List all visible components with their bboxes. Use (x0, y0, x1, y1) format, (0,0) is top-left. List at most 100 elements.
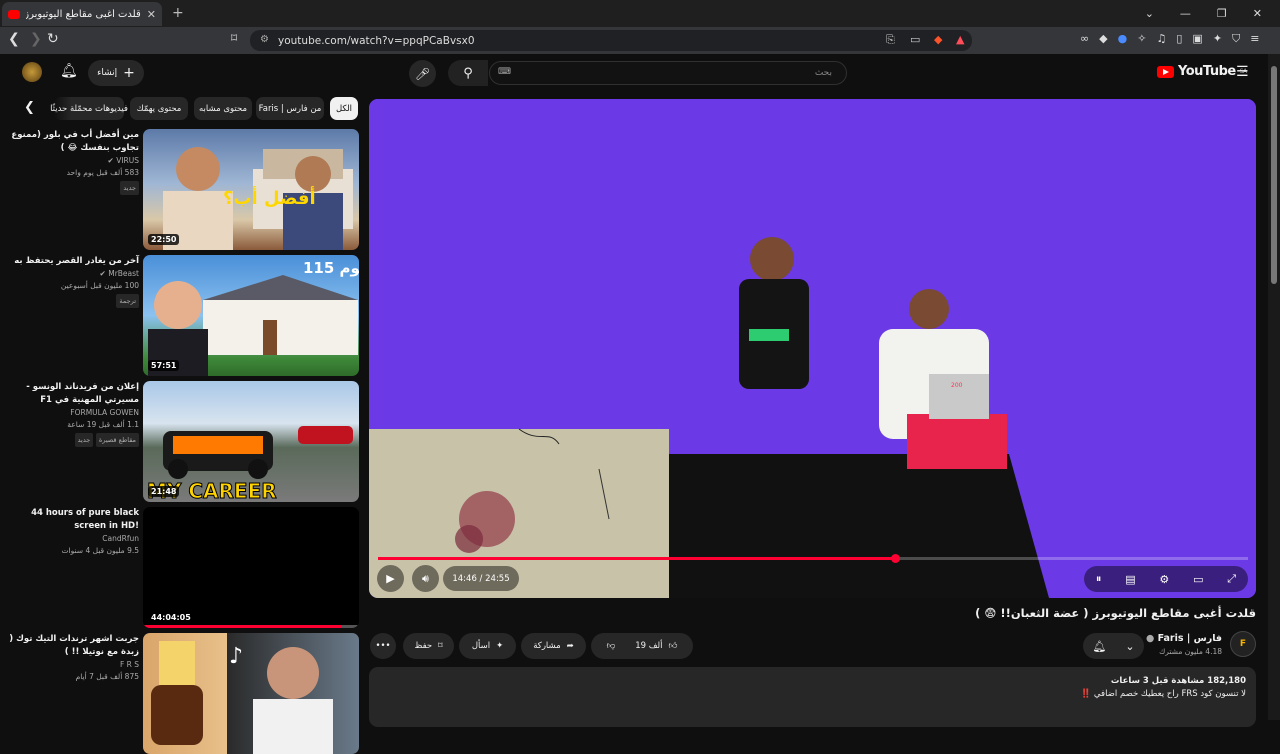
url-text: youtube.com/watch?v=ppqPCaBvsx0 (278, 34, 475, 47)
video-thumbnail[interactable]: MY CAREER 21:48 (143, 381, 359, 502)
cast-icon[interactable]: ▭ (910, 33, 920, 46)
media-icon[interactable]: ♫ (1156, 32, 1166, 46)
scrollbar-thumb[interactable] (1271, 66, 1277, 284)
progress-bar[interactable] (378, 557, 1248, 560)
extensions-puzzle-icon[interactable]: ✧ (1137, 32, 1146, 46)
brave-rewards-icon[interactable]: ▲ (956, 33, 964, 46)
notifications-bell-icon[interactable]: 🔔︎ (60, 63, 78, 79)
description-text: لا تنسون كود FRS راح يعطيك خصم اضافي ‼️ (1080, 689, 1246, 699)
translate-icon[interactable]: ⎘ (886, 33, 895, 47)
chip-label: الكل (335, 103, 353, 114)
sidebar-icon[interactable]: ▯ (1176, 32, 1182, 46)
leo-icon[interactable]: ✦ (1213, 32, 1222, 46)
subscribed-button[interactable]: 🔔︎ ⌄ (1083, 633, 1144, 659)
close-window-icon[interactable]: ✕ (1253, 7, 1262, 20)
save-button[interactable]: حفظ ⌑ (403, 633, 454, 659)
ask-label: اسأل (471, 641, 491, 651)
brave-shield-icon[interactable]: ◆ (934, 33, 942, 46)
recommendation-item[interactable]: 44:04:05 44 hours of pure black screen i… (0, 507, 360, 628)
subtitles-icon[interactable]: ▤ (1125, 573, 1135, 586)
reload-icon[interactable]: ↻ (47, 31, 59, 47)
extension-icon[interactable]: ∞ (1080, 32, 1089, 46)
new-tab-icon[interactable]: + (172, 5, 184, 21)
youtube-logo[interactable]: YouTube SA (1157, 64, 1247, 79)
wallet-icon[interactable]: ▣ (1192, 32, 1202, 46)
video-stats: 1.1 ألف قبل 19 ساعة (67, 420, 139, 429)
video-duration: 22:50 (148, 234, 180, 245)
video-stats: 583 ألف قبل يوم واحد (66, 168, 139, 177)
overlay-digits: 200 (951, 382, 963, 389)
channel-name[interactable]: MrBeast ✔ (8, 268, 139, 280)
fullscreen-icon[interactable]: ⤢ (1227, 572, 1236, 586)
video-thumbnail[interactable]: ♪ (143, 633, 359, 754)
chip-label: فيديوهات محمّلة حديثًا (50, 103, 128, 114)
create-button[interactable]: إنشاء + (88, 60, 144, 86)
minimize-icon[interactable]: — (1180, 7, 1191, 20)
video-title[interactable]: مين أفضل أب في بلور (ممنوع تجاوب بنفسك 😂… (8, 129, 139, 155)
create-label: إنشاء (97, 68, 118, 78)
chip-recent-uploads[interactable]: فيديوهات محمّلة حديثًا (50, 97, 128, 120)
keyboard-icon[interactable]: ⌨ (498, 67, 511, 77)
recommendation-item[interactable]: ♪ جربت اشهر ترندات التيك توك ( زبدة مع ن… (0, 633, 360, 754)
address-bar[interactable]: ⚙ youtube.com/watch?v=ppqPCaBvsx0 ⎘ ▭ ◆ … (250, 30, 972, 51)
like-icon[interactable]: 👍︎ (669, 641, 678, 651)
video-meta: مين أفضل أب في بلور (ممنوع تجاوب بنفسك 😂… (8, 129, 139, 195)
share-label: مشاركة (533, 641, 561, 651)
progress-fill (378, 557, 896, 560)
account-avatar[interactable] (22, 62, 42, 82)
channel-name[interactable]: FORMULA GOWEN (8, 407, 139, 419)
video-thumbnail[interactable]: اليوم 115 57:51 (143, 255, 359, 376)
video-title[interactable]: جربت اشهر ترندات التيك توك ( زبدة مع نوت… (8, 633, 139, 659)
dislike-icon[interactable]: 👎︎ (607, 641, 616, 651)
chip-related[interactable]: محتوى مشابه (194, 97, 252, 120)
settings-icon[interactable]: ⚙ (1159, 573, 1169, 586)
tab-search-icon[interactable]: ⌄ (1145, 7, 1154, 20)
channel-name[interactable]: VIRUS ✔ (8, 155, 140, 167)
page-scrollbar[interactable] (1268, 54, 1280, 720)
video-thumbnail[interactable]: 44:04:05 (143, 507, 359, 628)
video-stats: 9.5 مليون قبل 4 سنوات (61, 546, 140, 555)
extension-icon[interactable]: ◆ (1099, 32, 1107, 46)
voice-search-icon[interactable]: 🎤︎ (409, 60, 436, 87)
video-title[interactable]: إعلان من فريدناند الونسو - مسيرتي المهني… (8, 381, 139, 407)
close-tab-icon[interactable]: ✕ (147, 8, 156, 21)
chip-for-you[interactable]: محتوى يهمّك (130, 97, 188, 120)
volume-button[interactable]: 🔊︎ (412, 565, 439, 592)
maximize-icon[interactable]: ❐ (1217, 7, 1227, 20)
more-actions-button[interactable]: ••• (370, 633, 396, 659)
channel-name[interactable]: CandRfun (8, 533, 139, 545)
thumbnail-art: ♪ (151, 641, 333, 754)
play-button[interactable]: ▶ (377, 565, 404, 592)
recommendation-chips: ❮ فيديوهات محمّلة حديثًا محتوى يهمّك محت… (20, 97, 360, 122)
description-box[interactable]: 182,180 مشاهدة قبل 3 ساعات لا تنسون كود … (369, 667, 1256, 727)
ask-button[interactable]: اسأل ✦ (459, 633, 516, 659)
like-count: 19 ألف (635, 641, 663, 651)
video-player[interactable]: 200 (369, 99, 1256, 598)
share-button[interactable]: مشاركة ➦ (521, 633, 586, 659)
recommendation-item[interactable]: أفضل أب؟ 22:50 مين أفضل أب في بلور (ممنو… (0, 129, 360, 250)
recommendation-item[interactable]: MY CAREER 21:48 إعلان من فريدناند الونسو… (0, 381, 360, 502)
video-thumbnail[interactable]: أفضل أب؟ 22:50 (143, 129, 359, 250)
thumbnail-art: اليوم 115 (148, 259, 359, 376)
guide-menu-icon[interactable]: ☰ (1236, 64, 1249, 80)
channel-name[interactable]: F R S (8, 659, 139, 671)
bookmark-icon[interactable]: ⌑ (231, 31, 237, 45)
vpn-icon[interactable]: ⛉ (1232, 32, 1240, 46)
miniplayer-icon[interactable]: ▭ (1193, 573, 1203, 586)
back-icon[interactable]: ❮ (8, 31, 20, 47)
autoplay-toggle-icon[interactable]: ⏸ (1096, 572, 1102, 586)
chips-scroll-left-icon[interactable]: ❮ (24, 100, 35, 115)
search-button[interactable]: ⚲ (448, 60, 488, 86)
channel-avatar[interactable]: F (1230, 631, 1256, 657)
browser-tab[interactable]: قلدت أغبى مقاطع اليوتيوبرز ( عضة ✕ (2, 2, 162, 26)
forward-icon[interactable]: ❯ (30, 31, 42, 47)
extension-icon[interactable]: ● (1118, 32, 1128, 46)
video-title[interactable]: 44 hours of pure black screen in HD! (8, 507, 139, 533)
browser-menu-icon[interactable]: ≡ (1250, 32, 1259, 46)
site-info-icon[interactable]: ⚙ (260, 34, 269, 45)
search-input[interactable]: بحث ⌨ (489, 61, 847, 85)
video-title[interactable]: آخر من يغادر القصر يحتفظ به (8, 255, 139, 268)
chip-from-channel[interactable]: من فارس | Faris (256, 97, 324, 120)
chip-all[interactable]: الكل (330, 97, 358, 120)
recommendation-item[interactable]: اليوم 115 57:51 آخر من يغادر القصر يحتفظ… (0, 255, 360, 376)
